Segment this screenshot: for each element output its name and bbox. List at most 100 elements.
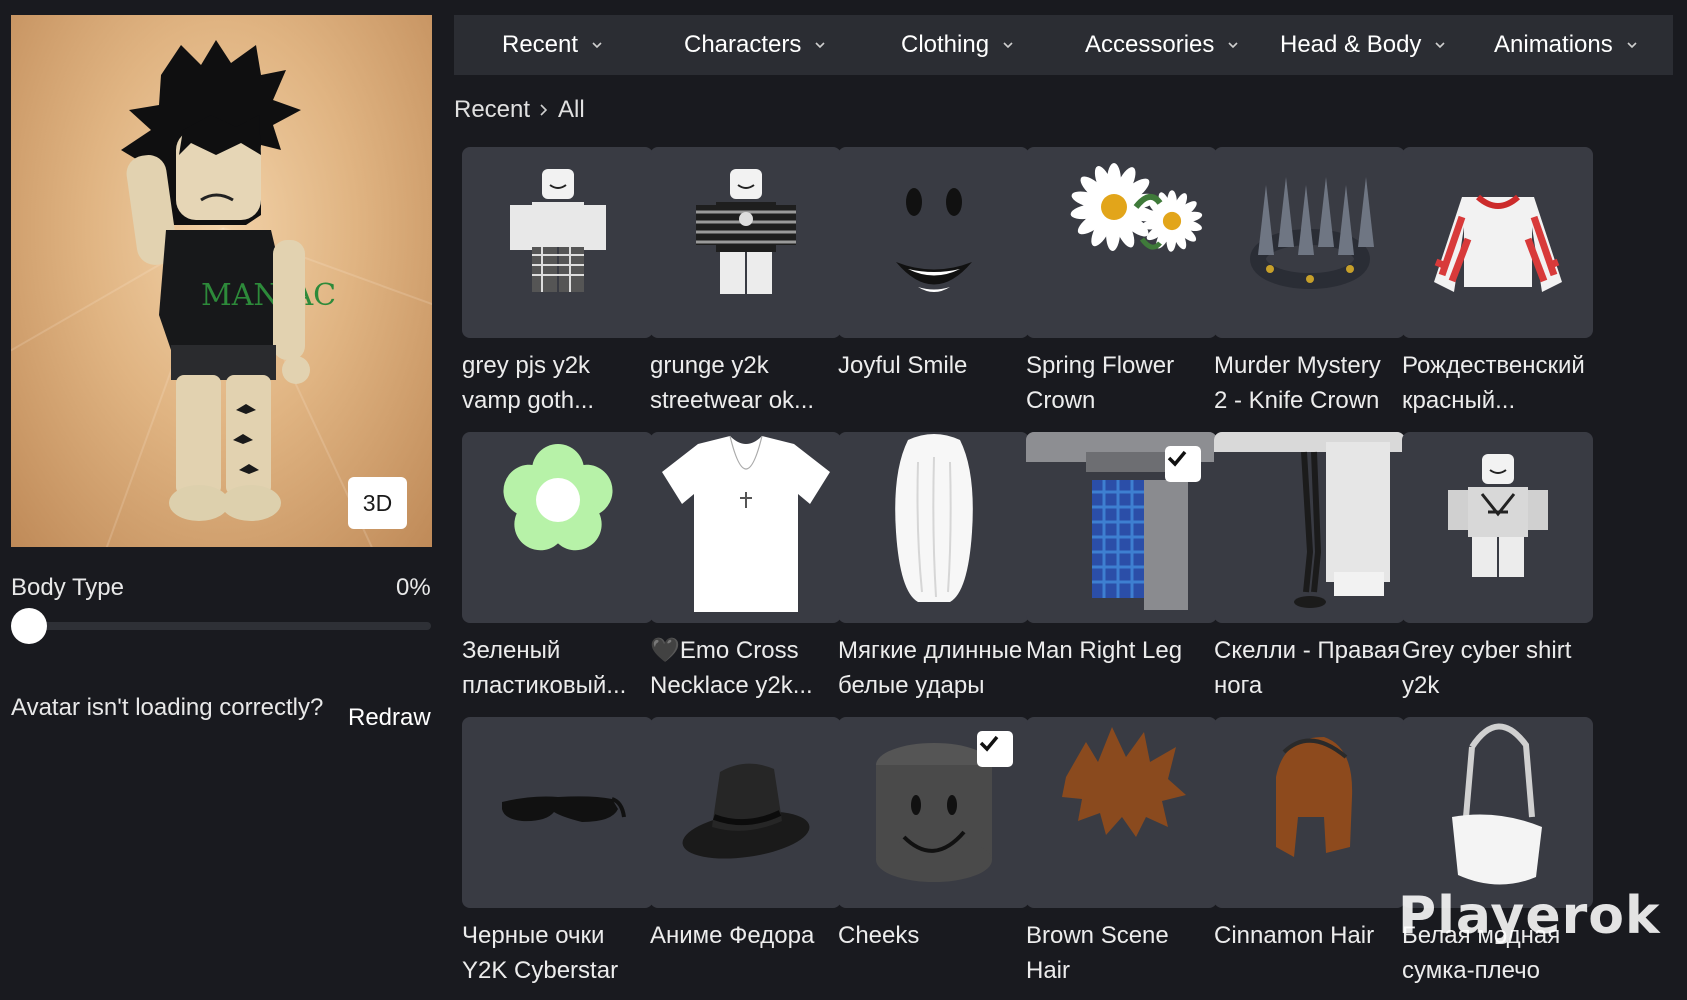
item-thumbnail[interactable]	[1026, 147, 1217, 338]
item-thumbnail[interactable]	[650, 717, 841, 908]
body-type-value: 0%	[396, 574, 431, 601]
item-thumbnail[interactable]	[838, 717, 1029, 908]
item-thumbnail[interactable]	[650, 147, 841, 338]
item-card[interactable]: Рождественский красный...	[1402, 147, 1593, 418]
item-card[interactable]: grunge y2k streetwear ok...	[650, 147, 841, 418]
item-thumbnail[interactable]	[838, 432, 1029, 623]
chevron-down-icon	[592, 42, 602, 49]
item-name-line1: grunge y2k	[650, 352, 769, 379]
item-thumbnail[interactable]	[650, 432, 841, 623]
item-card[interactable]: Белая модная сумка-плечо	[1402, 717, 1593, 988]
breadcrumb-recent[interactable]: Recent	[454, 96, 530, 124]
item-name[interactable]: Man Right Leg	[1026, 633, 1221, 668]
item-name-line1: Cheeks	[838, 922, 920, 949]
item-name-line2: 2 - Knife Crown	[1214, 387, 1380, 414]
item-thumbnail[interactable]	[1214, 717, 1405, 908]
white-bag-icon	[1452, 723, 1542, 885]
item-thumbnail[interactable]	[1402, 147, 1593, 338]
item-name-line1: Зеленый	[462, 637, 561, 664]
item-card[interactable]: Grey cyber shirt y2k	[1402, 432, 1593, 703]
avatar-figure: MANIAC	[121, 40, 336, 521]
chevron-down-icon	[815, 42, 825, 49]
item-name[interactable]: grey pjs y2k vamp goth...	[462, 348, 657, 418]
item-card[interactable]: 🖤Emo Cross Necklace y2k...	[650, 432, 841, 703]
item-card[interactable]: Joyful Smile	[838, 147, 1029, 383]
item-name[interactable]: Скелли - Правая нога	[1214, 633, 1409, 703]
item-name-line1: Grey cyber shirt	[1402, 637, 1572, 664]
nav-accessories-label: Accessories	[1085, 31, 1215, 58]
item-card[interactable]: Аниме Федора	[650, 717, 841, 953]
nav-recent-label: Recent	[502, 31, 579, 58]
redraw-button[interactable]: Redraw	[348, 704, 431, 732]
item-name-line2: Crown	[1026, 387, 1096, 414]
item-name[interactable]: Joyful Smile	[838, 348, 1033, 383]
item-name-line1: Аниме Федора	[650, 922, 815, 949]
nav-head-body[interactable]: Head & Body	[1280, 15, 1447, 75]
item-name[interactable]: Аниме Федора	[650, 918, 845, 953]
item-thumbnail[interactable]	[1026, 717, 1217, 908]
item-thumbnail[interactable]	[1026, 432, 1217, 623]
category-nav: Recent Characters Clothing Accessories H…	[454, 15, 1673, 75]
item-name[interactable]: Cinnamon Hair	[1214, 918, 1409, 953]
item-card[interactable]: Spring Flower Crown	[1026, 147, 1217, 418]
item-card[interactable]: Мягкие длинные белые удары	[838, 432, 1029, 703]
item-name-line2: streetwear ok...	[650, 387, 815, 414]
item-thumbnail[interactable]	[462, 432, 653, 623]
item-name-line1: Cinnamon Hair	[1214, 922, 1375, 949]
item-card[interactable]: Man Right Leg	[1026, 432, 1217, 668]
item-name-line1: Рождественский	[1402, 352, 1585, 379]
item-card[interactable]: Brown Scene Hair	[1026, 717, 1217, 988]
nav-characters[interactable]: Characters	[684, 15, 827, 75]
item-card[interactable]: Черные очки Y2K Cyberstar	[462, 717, 653, 988]
item-name-line2: Necklace y2k...	[650, 672, 813, 699]
item-name-line2: Y2K Cyberstar	[462, 957, 619, 984]
chevron-down-icon	[1228, 42, 1238, 49]
avatar-pjs-icon	[510, 169, 606, 292]
body-type-slider-thumb[interactable]	[11, 608, 47, 644]
item-name[interactable]: grunge y2k streetwear ok...	[650, 348, 845, 418]
item-thumbnail[interactable]	[838, 147, 1029, 338]
item-name[interactable]: Brown Scene Hair	[1026, 918, 1221, 988]
avatar-preview[interactable]: MANIAC 3D	[11, 15, 432, 547]
item-name[interactable]: Grey cyber shirt y2k	[1402, 633, 1597, 703]
item-card[interactable]: Cheeks	[838, 717, 1029, 953]
item-thumbnail[interactable]	[1214, 147, 1405, 338]
item-name[interactable]: Мягкие длинные белые удары	[838, 633, 1033, 703]
item-name[interactable]: Spring Flower Crown	[1026, 348, 1221, 418]
item-card[interactable]: Murder Mystery 2 - Knife Crown	[1214, 147, 1405, 418]
nav-accessories[interactable]: Accessories	[1085, 15, 1240, 75]
item-name-line1: Черные очки	[462, 922, 605, 949]
item-card[interactable]: Cinnamon Hair	[1214, 717, 1405, 953]
item-thumbnail[interactable]	[462, 717, 653, 908]
body-type-slider[interactable]	[11, 608, 431, 644]
item-name[interactable]: Murder Mystery 2 - Knife Crown	[1214, 348, 1409, 418]
nav-characters-label: Characters	[684, 31, 802, 58]
item-name[interactable]: Cheeks	[838, 918, 1033, 953]
item-name-line2: сумка-плечо	[1402, 957, 1540, 984]
item-name[interactable]: Черные очки Y2K Cyberstar	[462, 918, 657, 988]
nav-recent[interactable]: Recent	[502, 15, 604, 75]
item-thumbnail[interactable]	[1214, 432, 1405, 623]
item-thumbnail[interactable]	[1402, 432, 1593, 623]
item-card[interactable]: Скелли - Правая нога	[1214, 432, 1405, 703]
checkmark-icon[interactable]	[1165, 446, 1201, 482]
item-name[interactable]: 🖤Emo Cross Necklace y2k...	[650, 633, 845, 703]
item-thumbnail[interactable]	[462, 147, 653, 338]
item-name-line1: Мягкие длинные	[838, 637, 1023, 664]
item-name[interactable]: Зеленый пластиковый...	[462, 633, 657, 703]
chevron-right-icon	[540, 104, 548, 116]
item-name[interactable]: Рождественский красный...	[1402, 348, 1597, 418]
nav-clothing[interactable]: Clothing	[901, 15, 1015, 75]
chevron-down-icon	[1627, 42, 1637, 49]
item-card[interactable]: Зеленый пластиковый...	[462, 432, 653, 703]
item-thumbnail[interactable]	[1402, 717, 1593, 908]
item-name-line2: y2k	[1402, 672, 1440, 699]
chevron-down-icon	[1003, 42, 1013, 49]
item-card[interactable]: grey pjs y2k vamp goth...	[462, 147, 653, 418]
view-3d-button[interactable]: 3D	[348, 477, 407, 529]
fedora-icon	[682, 763, 810, 859]
item-name-line2: белые удары	[838, 672, 985, 699]
checkmark-icon[interactable]	[977, 731, 1013, 767]
nav-animations[interactable]: Animations	[1494, 15, 1639, 75]
breadcrumb: Recent All	[454, 95, 585, 125]
